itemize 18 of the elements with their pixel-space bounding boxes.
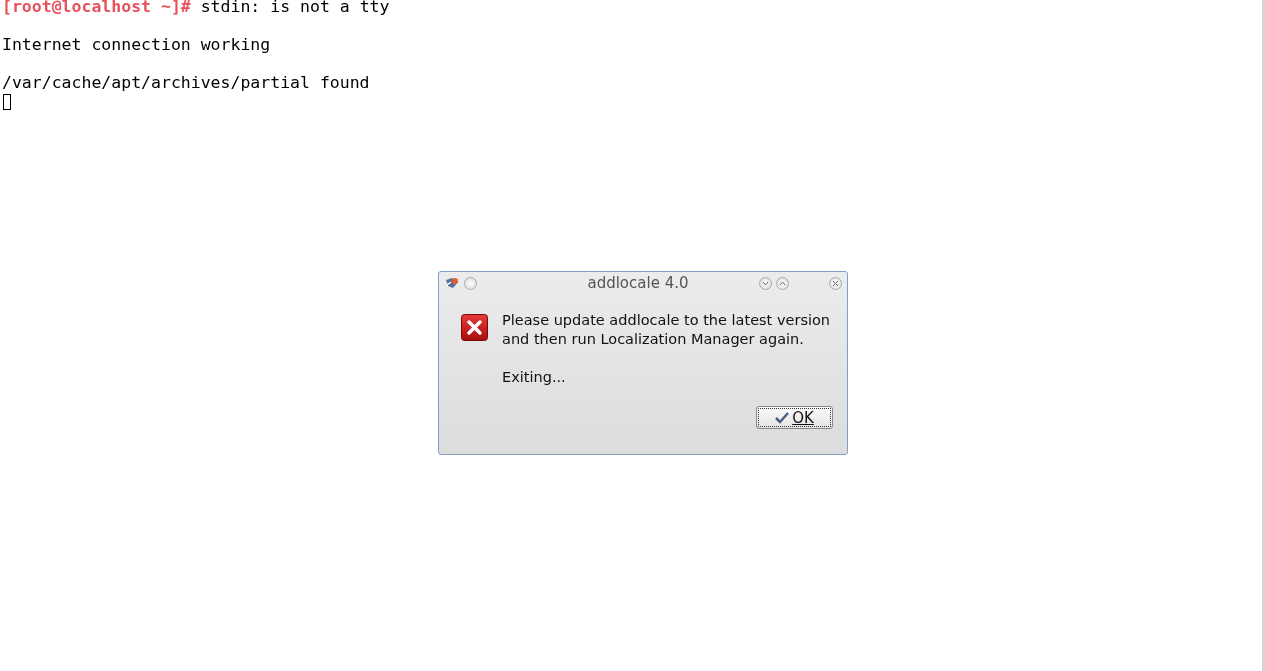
terminal-output: Internet connection working	[2, 35, 271, 54]
close-icon	[832, 279, 839, 287]
terminal-output: /var/cache/apt/archives/partial found	[2, 73, 370, 92]
checkmark-icon	[775, 411, 790, 424]
app-icon[interactable]	[444, 276, 460, 290]
chevron-down-icon	[762, 280, 769, 286]
maximize-button[interactable]	[776, 276, 789, 290]
terminal-output: stdin: is not a tty	[200, 0, 390, 16]
error-message: Please update addlocale to the latest version and then run Localization Manager again.	[502, 311, 831, 349]
status-text: Exiting...	[502, 368, 567, 387]
sticky-button[interactable]	[464, 276, 477, 290]
minimize-button[interactable]	[759, 276, 772, 290]
close-button[interactable]	[829, 276, 842, 290]
shell-prompt: [root@localhost ~]#	[2, 0, 191, 16]
window-title: addlocale 4.0	[586, 274, 690, 292]
ok-button[interactable]: OK	[756, 406, 833, 429]
error-icon	[461, 314, 488, 341]
chevron-up-icon	[779, 280, 786, 286]
